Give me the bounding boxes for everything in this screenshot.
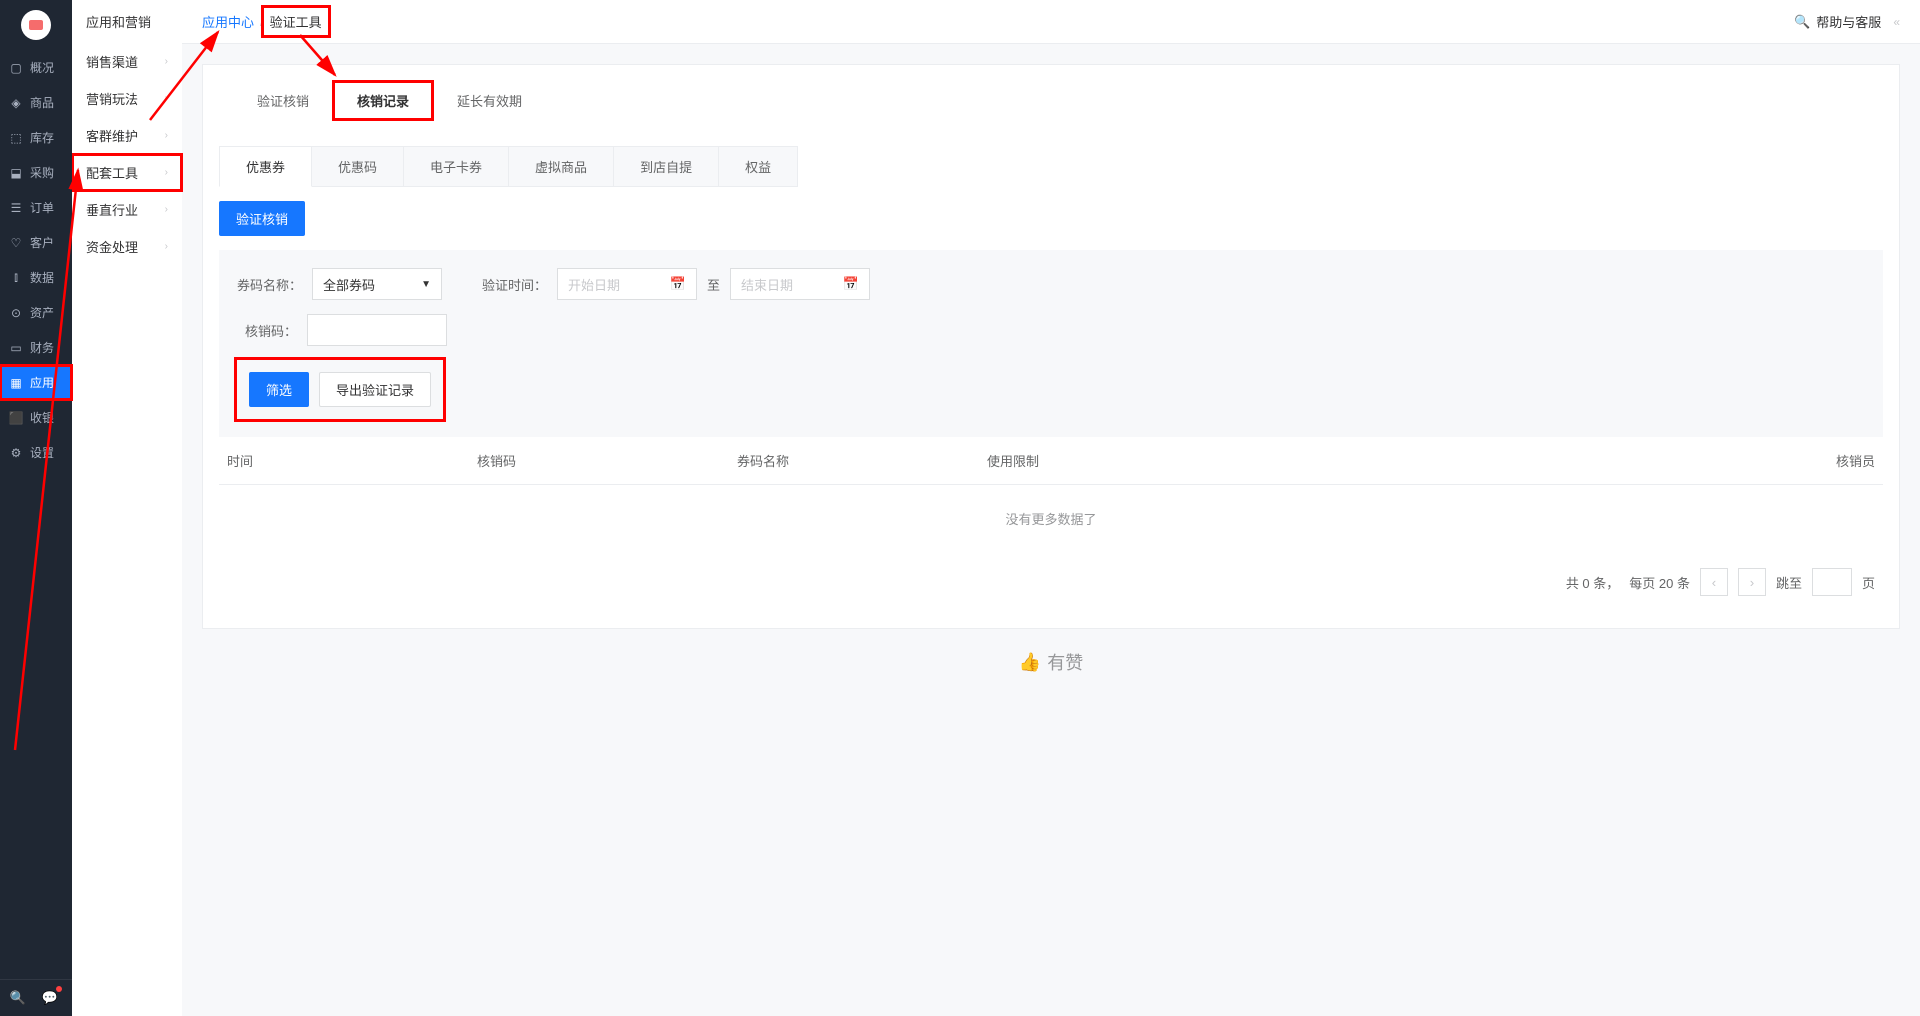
nav-assets[interactable]: ⊙资产	[0, 295, 72, 330]
secondary-sidebar: 应用和营销 销售渠道› 营销玩法› 客群维护› 配套工具› 垂直行业› 资金处理…	[72, 0, 182, 1016]
calendar-icon: 📅	[843, 276, 859, 292]
chevron-right-icon: ›	[165, 93, 168, 104]
chevron-right-icon: ›	[165, 204, 168, 215]
box-icon: ⬚	[8, 130, 24, 146]
chevron-right-icon: ›	[165, 241, 168, 252]
chevron-right-icon: ›	[165, 56, 168, 67]
caret-down-icon: ▼	[421, 279, 431, 290]
subtab-code[interactable]: 优惠码	[312, 146, 404, 187]
sec-item-tools[interactable]: 配套工具›	[72, 154, 182, 191]
sec-item-marketing[interactable]: 营销玩法›	[72, 80, 182, 117]
start-date-input[interactable]: 开始日期 📅	[557, 268, 697, 300]
verify-code-label: 核销码：	[237, 321, 297, 340]
chat-icon[interactable]: 💬	[40, 988, 60, 1008]
pager-page: 页	[1862, 573, 1875, 592]
th-code: 核销码	[477, 451, 737, 470]
subtab-virtual[interactable]: 虚拟商品	[509, 146, 614, 187]
chevron-right-icon: ›	[165, 167, 168, 178]
filter-box: 券码名称： 全部券码 ▼ 验证时间： 开始日期 📅 至	[219, 250, 1883, 437]
nav-finance[interactable]: ▭财务	[0, 330, 72, 365]
subtab-rights[interactable]: 权益	[719, 146, 798, 187]
calendar-icon: 📅	[670, 276, 686, 292]
pager-jump: 跳至	[1776, 573, 1802, 592]
subtab-coupon[interactable]: 优惠券	[219, 146, 312, 187]
help-link[interactable]: 🔍 帮助与客服	[1794, 12, 1881, 31]
nav-cashier[interactable]: ⬛收银	[0, 400, 72, 435]
sec-item-fund[interactable]: 资金处理›	[72, 228, 182, 265]
export-button[interactable]: 导出验证记录	[319, 372, 431, 407]
tab-records[interactable]: 核销记录	[333, 81, 433, 120]
logo[interactable]	[21, 10, 51, 40]
th-name: 券码名称	[737, 451, 987, 470]
sub-tabs: 优惠券 优惠码 电子卡券 虚拟商品 到店自提 权益	[219, 146, 1883, 187]
verify-time-label: 验证时间：	[482, 275, 547, 294]
to-text: 至	[707, 275, 720, 294]
footer-brand: 👍 有赞	[202, 629, 1900, 695]
next-page-button[interactable]: ›	[1738, 568, 1766, 596]
primary-sidebar: ▢概况 ◈商品 ⬚库存 ⬓采购 ☰订单 ♡客户 ⫾数据 ⊙资产 ▭财务 ▦应用 …	[0, 0, 72, 1016]
th-person: 核销员	[1795, 451, 1875, 470]
verify-button[interactable]: 验证核销	[219, 201, 305, 236]
table-head: 时间 核销码 券码名称 使用限制 核销员	[219, 437, 1883, 484]
coupon-name-select[interactable]: 全部券码 ▼	[312, 268, 442, 300]
sec-item-vertical[interactable]: 垂直行业›	[72, 191, 182, 228]
search-icon[interactable]: 🔍	[8, 988, 28, 1008]
subtab-ecard[interactable]: 电子卡券	[404, 146, 509, 187]
monitor-icon: ▢	[8, 60, 24, 76]
nav-goods[interactable]: ◈商品	[0, 85, 72, 120]
nav-apps[interactable]: ▦应用	[0, 365, 72, 400]
chevron-right-icon: ›	[165, 130, 168, 141]
sec-item-channels[interactable]: 销售渠道›	[72, 43, 182, 80]
breadcrumb-current: 验证工具	[264, 8, 328, 35]
top-tabs: 验证核销 核销记录 延长有效期	[203, 65, 1899, 120]
breadcrumb: 应用中心 / 验证工具	[202, 12, 322, 31]
search-icon: 🔍	[1794, 14, 1810, 30]
main-card: 验证核销 核销记录 延长有效期 优惠券 优惠码 电子卡券 虚拟商品 到店自提 权…	[202, 64, 1900, 629]
collapse-icon[interactable]: «	[1893, 15, 1900, 29]
action-highlight: 筛选 导出验证记录	[237, 360, 443, 419]
tab-extend[interactable]: 延长有效期	[433, 81, 546, 120]
prev-page-button[interactable]: ‹	[1700, 568, 1728, 596]
breadcrumb-link[interactable]: 应用中心	[202, 12, 254, 31]
filter-button[interactable]: 筛选	[249, 372, 309, 407]
secondary-title: 应用和营销	[72, 0, 182, 43]
gear-icon: ⚙	[8, 445, 24, 461]
sec-item-customer-group[interactable]: 客群维护›	[72, 117, 182, 154]
subtab-pickup[interactable]: 到店自提	[614, 146, 719, 187]
pager-perpage: 每页 20 条	[1629, 573, 1690, 592]
nav-settings[interactable]: ⚙设置	[0, 435, 72, 470]
tag-icon: ◈	[8, 95, 24, 111]
coupon-name-label: 券码名称：	[237, 275, 302, 294]
th-limit: 使用限制	[987, 451, 1795, 470]
cart-icon: ⬓	[8, 165, 24, 181]
nav-orders[interactable]: ☰订单	[0, 190, 72, 225]
money-icon: ⊙	[8, 305, 24, 321]
main-area: 应用中心 / 验证工具 🔍 帮助与客服 « 验证核销 核销记录 延长有效期 优惠…	[182, 0, 1920, 1016]
nav-overview[interactable]: ▢概况	[0, 50, 72, 85]
end-date-input[interactable]: 结束日期 📅	[730, 268, 870, 300]
th-time: 时间	[227, 451, 477, 470]
nav-stock[interactable]: ⬚库存	[0, 120, 72, 155]
nav-customers[interactable]: ♡客户	[0, 225, 72, 260]
bars-icon: ⫾	[8, 270, 24, 286]
topbar: 应用中心 / 验证工具 🔍 帮助与客服 «	[182, 0, 1920, 44]
doc-icon: ☰	[8, 200, 24, 216]
grid-icon: ▦	[8, 375, 24, 391]
pager: 共 0 条， 每页 20 条 ‹ › 跳至 页	[219, 552, 1883, 612]
tab-verify[interactable]: 验证核销	[233, 81, 333, 120]
nav-purchase[interactable]: ⬓采购	[0, 155, 72, 190]
pager-total: 共 0 条，	[1566, 573, 1619, 592]
empty-state: 没有更多数据了	[219, 484, 1883, 552]
page-input[interactable]	[1812, 568, 1852, 596]
cash-icon: ⬛	[8, 410, 24, 426]
thumbs-up-icon: 👍	[1019, 652, 1041, 673]
card-icon: ▭	[8, 340, 24, 356]
user-icon: ♡	[8, 235, 24, 251]
verify-code-input[interactable]	[307, 314, 447, 346]
nav-data[interactable]: ⫾数据	[0, 260, 72, 295]
